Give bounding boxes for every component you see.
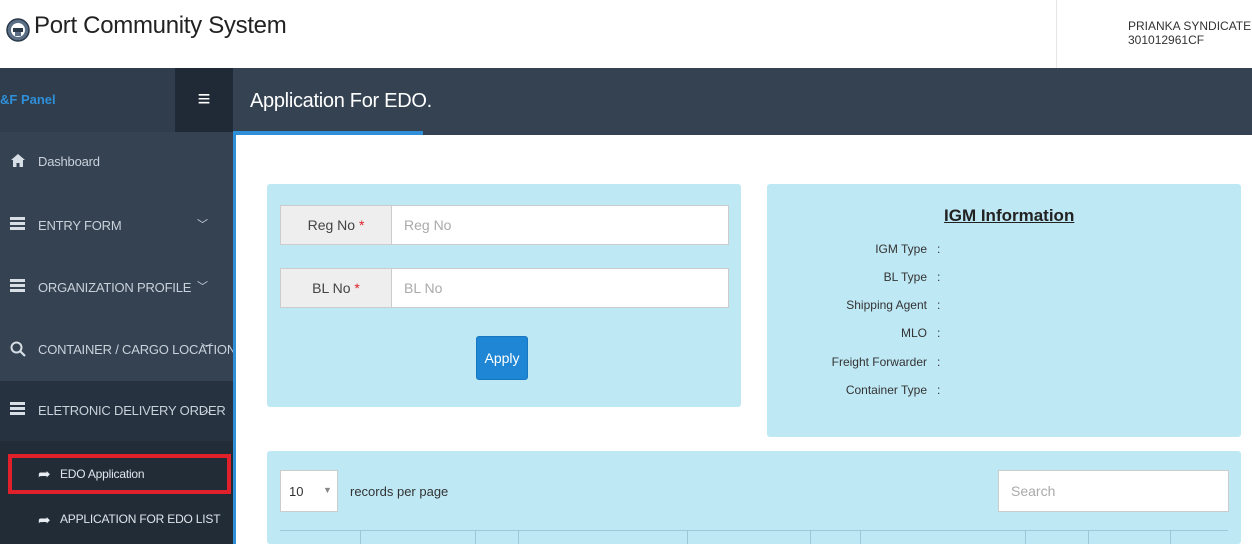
igm-field-label: Shipping Agent (846, 298, 927, 312)
sidebar-submenu: ➦ EDO Application ➦ APPLICATION FOR EDO … (0, 441, 233, 544)
igm-field-value: : (937, 298, 941, 312)
sidebar-item-electronic-delivery-order[interactable]: ELETRONIC DELIVERY ORDER ︿ (0, 381, 233, 441)
port-logo-icon[interactable] (6, 17, 30, 43)
igm-title: IGM Information (944, 206, 1075, 225)
required-mark: * (354, 280, 360, 296)
igm-field-value: : (937, 355, 941, 369)
igm-field-value: : (937, 270, 941, 284)
sidebar-item-label: ELETRONIC DELIVERY ORDER (38, 403, 226, 418)
sidebar-item-label: ENTRY FORM (38, 218, 122, 233)
sidebar-header: &F Panel ≡ (0, 68, 233, 132)
sidebar-item-entry-form[interactable]: ENTRY FORM ﹀ (0, 196, 233, 256)
sidebar-subitem-label: APPLICATION FOR EDO LIST (60, 512, 221, 526)
chevron-down-icon: ﹀ (197, 281, 208, 293)
header-divider (1056, 0, 1057, 68)
page-length-select[interactable]: 10 ▼ (280, 470, 338, 512)
table-search-input[interactable] (998, 470, 1229, 512)
sidebar-subitem-label: EDO Application (60, 467, 145, 481)
sidebar-item-label: ORGANIZATION PROFILE (38, 280, 192, 295)
share-arrow-icon: ➦ (38, 466, 51, 483)
user-name: PRIANKA SYNDICATE (1128, 19, 1252, 33)
user-id: 301012961CF (1128, 33, 1205, 47)
list-icon (10, 279, 26, 295)
page-length-value: 10 (289, 484, 304, 499)
caret-down-icon: ▼ (323, 485, 332, 495)
page-length-text: records per page (350, 484, 449, 499)
share-arrow-icon: ➦ (38, 512, 51, 529)
igm-field-label: Freight Forwarder (831, 355, 927, 369)
igm-field-label: MLO (900, 326, 927, 340)
chevron-down-icon: ﹀ (201, 343, 212, 355)
reg-no-input[interactable] (391, 205, 729, 245)
table-header (280, 530, 1228, 544)
bl-no-input[interactable] (391, 268, 729, 308)
required-mark: * (358, 217, 365, 233)
sidebar-item-label: Dashboard (38, 154, 100, 169)
igm-field-label: BL Type (883, 270, 927, 284)
top-header: Port Community System PRIANKA SYNDICATE … (0, 0, 1252, 68)
sidebar-item-dashboard[interactable]: Dashboard (0, 132, 233, 192)
hamburger-icon[interactable]: ≡ (175, 68, 233, 132)
sidebar-item-container-cargo-location[interactable]: CONTAINER / CARGO LOCATION ﹀ (0, 320, 236, 380)
sidebar-item-organization-profile[interactable]: ORGANIZATION PROFILE ﹀ (0, 258, 233, 318)
chevron-up-icon: ︿ (200, 404, 211, 416)
igm-field-label: Container Type (845, 383, 927, 397)
igm-field-value: : (937, 242, 941, 256)
sidebar-subitem-edo-application[interactable]: ➦ EDO Application (8, 454, 231, 494)
user-info[interactable]: PRIANKA SYNDICATE 301012961CF (1128, 19, 1251, 47)
bl-no-label: BL No * (280, 268, 392, 308)
list-icon (10, 402, 26, 418)
apply-button[interactable]: Apply (476, 336, 528, 380)
igm-field-value: : (937, 383, 941, 397)
reg-no-label: Reg No * (280, 205, 392, 245)
list-icon (10, 217, 26, 233)
search-icon (10, 341, 26, 357)
sidebar-subitem-application-for-edo-list[interactable]: ➦ APPLICATION FOR EDO LIST (0, 499, 233, 539)
page-header: Application For EDO. (233, 68, 1252, 135)
app-title[interactable]: Port Community System (34, 12, 287, 40)
sidebar: &F Panel ≡ Dashboard ENTRY FORM ﹀ ORGANI… (0, 68, 236, 544)
panel-label[interactable]: &F Panel (0, 92, 56, 107)
igm-field-label: IGM Type (875, 242, 927, 256)
home-icon (10, 153, 26, 169)
igm-field-value: : (937, 326, 941, 340)
page-title: Application For EDO. (250, 90, 432, 112)
chevron-down-icon: ﹀ (197, 219, 208, 231)
